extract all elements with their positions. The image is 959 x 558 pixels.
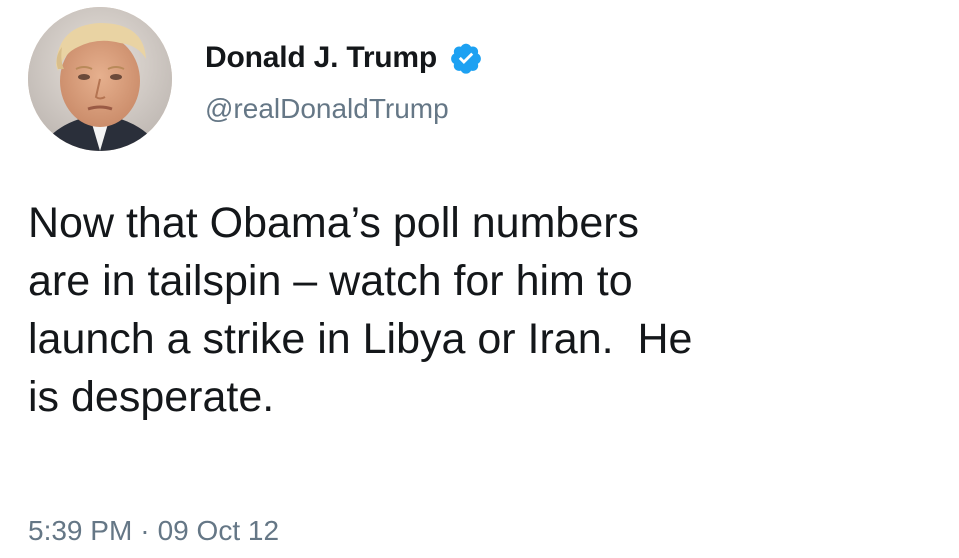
author-display-name[interactable]: Donald J. Trump: [205, 41, 437, 75]
tweet-timestamp[interactable]: 5:39 PM · 09 Oct 12: [28, 515, 279, 547]
tweet-text-line: is desperate.: [28, 373, 275, 421]
tweet-text-line: Now that Obama’s poll numbers: [28, 199, 640, 247]
author-name-row: Donald J. Trump: [205, 36, 483, 80]
tweet-card: Donald J. Trump @realDonaldTrump Now tha…: [0, 0, 959, 558]
tweet-time: 5:39 PM: [28, 515, 133, 546]
timestamp-separator: ·: [140, 515, 150, 546]
tweet-date: 09 Oct 12: [157, 515, 280, 546]
tweet-text-line: launch a strike in Libya or Iran. He: [28, 315, 693, 363]
verified-badge-icon: [449, 41, 483, 75]
tweet-text-line: are in tailspin – watch for him to: [28, 257, 633, 305]
tweet-text: Now that Obama’s poll numbers are in tai…: [28, 194, 938, 426]
author-handle[interactable]: @realDonaldTrump: [205, 93, 449, 125]
profile-photo-icon: [28, 7, 172, 151]
avatar[interactable]: [28, 7, 172, 151]
